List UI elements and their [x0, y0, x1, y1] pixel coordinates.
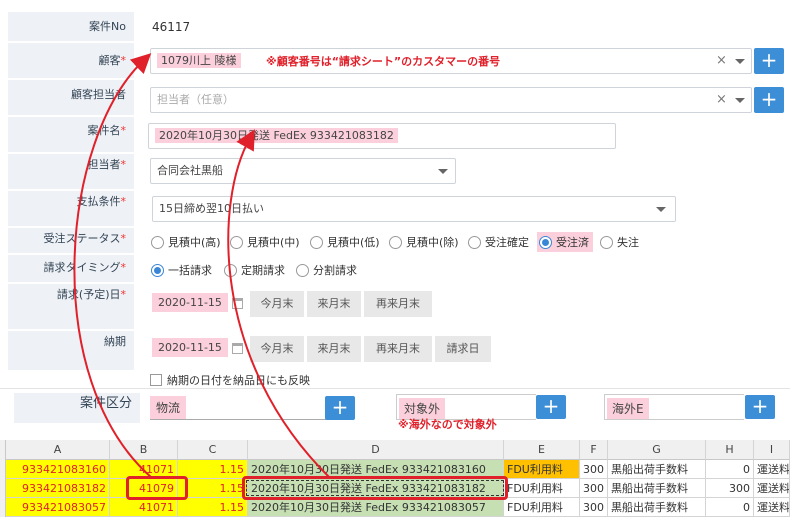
arrow-customer-id — [73, 53, 153, 479]
arrow-case-name — [227, 129, 331, 479]
app-root: 案件No 46117 顧客* 1079川上 陵様 × + 顧客担当者 担当者（任… — [0, 0, 790, 517]
annotation-arrows — [73, 53, 331, 479]
